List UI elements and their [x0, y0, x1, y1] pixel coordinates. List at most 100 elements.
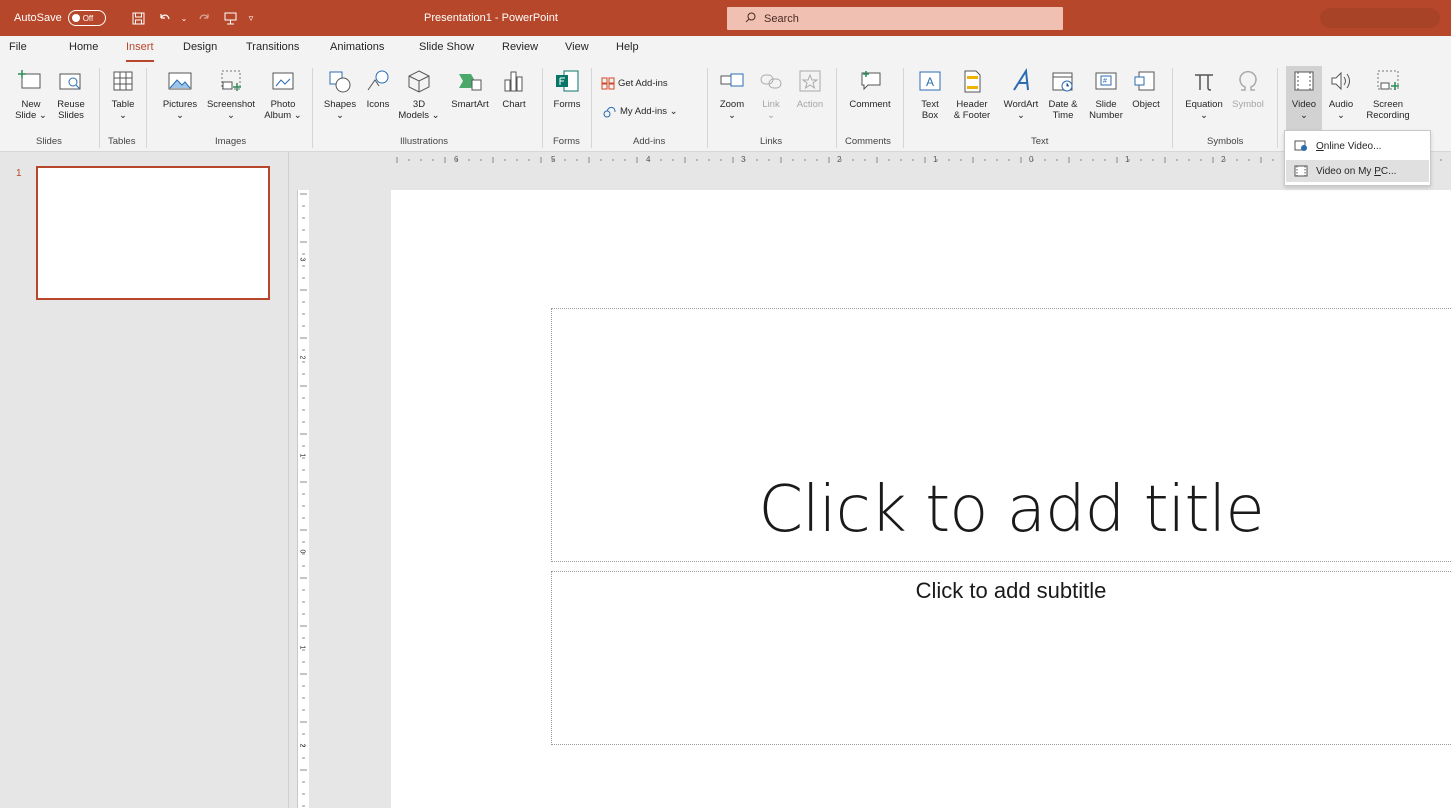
save-icon[interactable]: [128, 8, 148, 28]
zoom-button[interactable]: Zoom ⌄: [715, 68, 749, 121]
screenshot-icon: [221, 70, 241, 91]
undo-dropdown-icon[interactable]: ⌄: [180, 8, 188, 28]
tab-help[interactable]: Help: [616, 41, 639, 59]
ruler-label: 2: [1221, 155, 1226, 164]
addins-icon: [603, 106, 616, 118]
autosave-label: AutoSave: [14, 12, 62, 24]
group-label-links: Links: [760, 136, 783, 147]
icons-icon: [367, 70, 389, 91]
tab-slide-show[interactable]: Slide Show: [419, 41, 474, 59]
ruler-ticks: [300, 193, 307, 807]
autosave-toggle[interactable]: Off: [67, 10, 106, 26]
ribbon-separator: [1277, 68, 1278, 148]
tab-file[interactable]: File: [9, 41, 27, 59]
text-box-button[interactable]: A Text Box: [915, 68, 945, 121]
group-label-symbols: Symbols: [1207, 136, 1244, 147]
icons-button[interactable]: Icons: [362, 68, 394, 110]
new-slide-icon: [18, 70, 41, 89]
wordart-icon: [1013, 68, 1029, 91]
pi-icon: [1195, 74, 1213, 91]
tab-transitions[interactable]: Transitions: [246, 41, 299, 59]
group-label-forms: Forms: [553, 136, 580, 147]
ribbon-separator: [591, 68, 592, 148]
group-label-tables: Tables: [108, 136, 136, 147]
audio-button[interactable]: Audio ⌄: [1324, 68, 1358, 121]
header-footer-icon: [964, 70, 981, 93]
video-button[interactable]: Video ⌄: [1286, 66, 1322, 130]
slide-thumbnail[interactable]: [36, 166, 270, 300]
ribbon-separator: [99, 68, 100, 148]
ruler-label: 1: [1125, 155, 1130, 164]
window-title: Presentation1 - PowerPoint: [424, 12, 558, 24]
video-on-my-pc-menu-item[interactable]: Video on My PC...: [1286, 160, 1429, 182]
video-icon: [1294, 71, 1314, 91]
reuse-slides-icon: [59, 73, 81, 90]
tab-design[interactable]: Design: [183, 41, 217, 59]
ruler-label: 1: [298, 453, 306, 458]
pictures-icon: [168, 72, 192, 90]
group-label-slides: Slides: [36, 136, 62, 147]
date-time-button[interactable]: Date & Time: [1045, 68, 1081, 121]
present-from-beginning-icon[interactable]: [220, 8, 240, 28]
slide-number-button[interactable]: # Slide Number: [1086, 68, 1126, 121]
new-slide-button[interactable]: New Slide ⌄: [14, 68, 48, 121]
photo-album-button[interactable]: Photo Album ⌄: [262, 68, 304, 121]
screen-recording-button[interactable]: Screen Recording: [1362, 68, 1414, 121]
svg-text:#: #: [1103, 78, 1107, 85]
ribbon-separator: [707, 68, 708, 148]
slide-thumbnails-pane: 1: [0, 152, 289, 808]
customize-qat-icon[interactable]: ▿: [246, 8, 256, 28]
reuse-slides-button[interactable]: Reuse Slides: [54, 68, 88, 121]
pictures-button[interactable]: Pictures ⌄: [157, 68, 203, 121]
chart-button[interactable]: Chart: [497, 68, 531, 110]
title-placeholder[interactable]: Click to add title: [551, 308, 1451, 562]
tab-home[interactable]: Home: [69, 41, 98, 59]
ruler-label: 3: [741, 155, 746, 164]
smartart-button[interactable]: SmartArt: [448, 68, 492, 110]
tab-review[interactable]: Review: [502, 41, 538, 59]
screenshot-button[interactable]: Screenshot ⌄: [203, 68, 259, 121]
group-label-text: Text: [1031, 136, 1049, 147]
tab-animations[interactable]: Animations: [330, 41, 384, 59]
speaker-icon: [1331, 71, 1350, 91]
ribbon-separator: [836, 68, 837, 148]
equation-button[interactable]: Equation ⌄: [1180, 68, 1228, 121]
ruler-label: 5: [551, 155, 556, 164]
get-addins-button[interactable]: Get Add-ins: [601, 76, 668, 90]
search-icon: [745, 12, 756, 26]
autosave-control[interactable]: AutoSave Off: [14, 0, 106, 36]
tab-insert[interactable]: Insert: [126, 41, 154, 62]
text-box-icon: A: [919, 71, 941, 91]
table-button[interactable]: Table ⌄: [106, 68, 140, 121]
subtitle-placeholder[interactable]: Click to add subtitle: [551, 571, 1451, 745]
tab-view[interactable]: View: [565, 41, 589, 59]
shapes-icon: [329, 71, 351, 93]
undo-icon[interactable]: [154, 8, 174, 28]
wordart-button[interactable]: WordArt ⌄: [998, 68, 1044, 121]
3d-models-button[interactable]: 3D Models ⌄: [398, 68, 440, 121]
ruler-label: 1: [298, 645, 306, 650]
ribbon-separator: [903, 68, 904, 148]
object-button[interactable]: Object: [1128, 68, 1164, 110]
forms-button[interactable]: Forms: [549, 68, 585, 110]
chart-icon: [504, 71, 523, 92]
my-addins-button[interactable]: My Add-ins ⌄: [603, 104, 678, 118]
ribbon-insert: New Slide ⌄ Reuse Slides Slides Table ⌄ …: [0, 62, 1451, 152]
screen-recording-icon: [1377, 70, 1399, 90]
slide-number-icon: #: [1095, 72, 1117, 90]
shapes-button[interactable]: Shapes ⌄: [320, 68, 360, 121]
online-video-menu-item[interactable]: Online Video...: [1286, 135, 1429, 157]
comment-button[interactable]: Comment: [844, 68, 896, 110]
omega-icon: [1239, 70, 1257, 91]
object-icon: [1134, 71, 1155, 91]
search-box[interactable]: Search: [727, 7, 1063, 30]
smartart-icon: [459, 74, 482, 91]
calendar-icon: [1052, 72, 1073, 92]
ribbon-separator: [542, 68, 543, 148]
ribbon-separator: [146, 68, 147, 148]
online-video-icon: [1294, 140, 1307, 151]
slide-canvas[interactable]: Click to add title Click to add subtitle: [391, 190, 1451, 808]
slide-number-label: 1: [16, 168, 22, 179]
header-footer-button[interactable]: Header & Footer: [952, 68, 992, 121]
account-area[interactable]: [1320, 8, 1440, 28]
